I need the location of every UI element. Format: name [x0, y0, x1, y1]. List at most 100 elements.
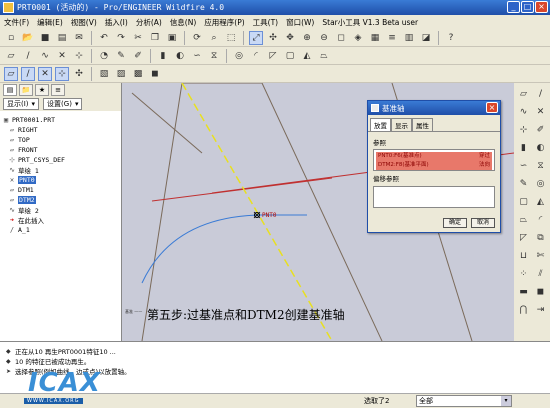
- blend-icon[interactable]: ⧖: [207, 49, 221, 63]
- rib-tool-icon[interactable]: ◭: [533, 194, 548, 209]
- csys-display-icon[interactable]: ⊹: [55, 66, 69, 81]
- reference-row[interactable]: PNT0:F6(基准点) 穿过: [376, 152, 492, 161]
- email-icon[interactable]: ✉: [72, 31, 86, 45]
- layer-tab-icon[interactable]: ≡: [51, 84, 65, 96]
- solidify-tool-icon[interactable]: ◼: [533, 284, 548, 299]
- extrude-icon[interactable]: ▮: [156, 49, 170, 63]
- open-icon[interactable]: 📂: [21, 31, 35, 45]
- cancel-button[interactable]: 取消: [471, 218, 495, 228]
- offset-tool-icon[interactable]: ⫽: [533, 266, 548, 281]
- menu-edit[interactable]: 编辑(E): [37, 17, 63, 28]
- tree-item-dtm2[interactable]: ▱ DTM2: [2, 195, 119, 205]
- saved-views-icon[interactable]: ▦: [368, 31, 382, 45]
- menu-info[interactable]: 信息(N): [170, 17, 196, 28]
- axis-display-icon[interactable]: /: [21, 66, 35, 81]
- menu-tools[interactable]: 工具(T): [253, 17, 278, 28]
- intersect-tool-icon[interactable]: ⋂: [516, 302, 531, 317]
- shading-icon[interactable]: ◼: [148, 67, 162, 81]
- sketch-tool-icon[interactable]: ✐: [533, 122, 548, 137]
- thicken-tool-icon[interactable]: ▬: [516, 284, 531, 299]
- layers-icon[interactable]: ≡: [385, 31, 399, 45]
- zoom-in-icon[interactable]: ⊕: [300, 31, 314, 45]
- chamfer-icon[interactable]: ◸: [266, 49, 280, 63]
- boundary-blend-icon[interactable]: ⧖: [533, 158, 548, 173]
- paste-icon[interactable]: ▣: [165, 31, 179, 45]
- settings-dropdown[interactable]: 设置(G) ▾: [43, 98, 83, 110]
- analysis-icon[interactable]: ◔: [97, 49, 111, 63]
- folder-browser-tab-icon[interactable]: 📁: [19, 84, 33, 96]
- reference-row[interactable]: DTM2:F8(基准平面) 法向: [376, 161, 492, 170]
- style-tool-icon[interactable]: ✎: [516, 176, 531, 191]
- reference-type[interactable]: 穿过: [479, 152, 490, 161]
- maximize-button[interactable]: □: [521, 1, 534, 13]
- undo-icon[interactable]: ↶: [97, 31, 111, 45]
- tree-item-dtm1[interactable]: ▱ DTM1: [2, 185, 119, 195]
- curve-tool-icon[interactable]: ∿: [516, 104, 531, 119]
- select-icon[interactable]: ⬚: [224, 31, 238, 45]
- sketch-icon[interactable]: ✐: [131, 49, 145, 63]
- spin-center-icon[interactable]: ✣: [266, 31, 280, 45]
- new-icon[interactable]: ▫: [4, 31, 18, 45]
- orient-icon[interactable]: ✥: [283, 31, 297, 45]
- extend-tool-icon[interactable]: ⇥: [533, 302, 548, 317]
- tab-properties[interactable]: 属性: [412, 118, 433, 131]
- pattern-tool-icon[interactable]: ⁘: [516, 266, 531, 281]
- favorites-tab-icon[interactable]: ★: [35, 84, 49, 96]
- spin-center-display-icon[interactable]: ✣: [72, 67, 86, 81]
- merge-tool-icon[interactable]: ⊔: [516, 248, 531, 263]
- tree-item-sketch-1[interactable]: ∿ 草绘 1: [2, 165, 119, 175]
- save-icon[interactable]: ■: [38, 31, 52, 45]
- revolve-tool-icon[interactable]: ◐: [533, 140, 548, 155]
- print-icon[interactable]: ▤: [55, 31, 69, 45]
- selection-filter-dropdown[interactable]: 全部 ▾: [416, 395, 512, 407]
- reference-type[interactable]: 法向: [479, 161, 490, 170]
- tree-item-right[interactable]: ▱ RIGHT: [2, 125, 119, 135]
- datum-plane-icon[interactable]: ▱: [4, 49, 18, 63]
- refit-icon[interactable]: ◻: [334, 31, 348, 45]
- view-manager-icon[interactable]: ▥: [402, 31, 416, 45]
- point-tool-icon[interactable]: ✕: [533, 104, 548, 119]
- tree-item-csys[interactable]: ⊹ PRT_CSYS_DEF: [2, 155, 119, 165]
- ok-button[interactable]: 确定: [443, 218, 467, 228]
- close-button[interactable]: ×: [535, 1, 548, 13]
- tab-placement[interactable]: 放置: [370, 118, 391, 131]
- axis-tool-icon[interactable]: /: [533, 86, 548, 101]
- shell-icon[interactable]: ▢: [283, 49, 297, 63]
- chamfer-tool-icon[interactable]: ◸: [516, 230, 531, 245]
- mirror-tool-icon[interactable]: ⧉: [533, 230, 548, 245]
- show-dropdown[interactable]: 显示(I) ▾: [3, 98, 40, 110]
- model-tree-tab-icon[interactable]: ▤: [3, 84, 17, 96]
- datum-point-icon[interactable]: ✕: [55, 49, 69, 63]
- wireframe-icon[interactable]: ▧: [97, 67, 111, 81]
- repaint-icon[interactable]: ⤢: [249, 30, 263, 45]
- reorient-icon[interactable]: ◈: [351, 31, 365, 45]
- csys-icon[interactable]: ⊹: [72, 49, 86, 63]
- plane-tool-icon[interactable]: ▱: [516, 86, 531, 101]
- draft-icon[interactable]: ⏢: [317, 49, 331, 63]
- help-icon[interactable]: ?: [444, 31, 458, 45]
- cut-icon[interactable]: ✂: [131, 31, 145, 45]
- minimize-button[interactable]: _: [507, 1, 520, 13]
- shell-tool-icon[interactable]: ▢: [516, 194, 531, 209]
- references-list[interactable]: PNT0:F6(基准点) 穿过 DTM2:F8(基准平面) 法向: [373, 149, 495, 171]
- menu-view[interactable]: 视图(V): [71, 17, 97, 28]
- tree-item-front[interactable]: ▱ FRONT: [2, 145, 119, 155]
- zoom-out-icon[interactable]: ⊖: [317, 31, 331, 45]
- tab-display[interactable]: 显示: [391, 118, 412, 131]
- sweep-icon[interactable]: ∽: [190, 49, 204, 63]
- round-tool-icon[interactable]: ◜: [533, 212, 548, 227]
- tree-item-pnt0[interactable]: ✕ PNT0: [2, 175, 119, 185]
- menu-window[interactable]: 窗口(W): [286, 17, 314, 28]
- variable-section-sweep-icon[interactable]: ∽: [516, 158, 531, 173]
- display-style-icon[interactable]: ◪: [419, 31, 433, 45]
- menu-file[interactable]: 文件(F): [4, 17, 29, 28]
- tree-item-top[interactable]: ▱ TOP: [2, 135, 119, 145]
- copy-icon[interactable]: ❐: [148, 31, 162, 45]
- menu-applications[interactable]: 应用程序(P): [204, 17, 244, 28]
- trim-tool-icon[interactable]: ✄: [533, 248, 548, 263]
- csys-tool-icon[interactable]: ⊹: [516, 122, 531, 137]
- hole-tool-icon[interactable]: ◎: [533, 176, 548, 191]
- menu-insert[interactable]: 插入(I): [105, 17, 128, 28]
- datum-curve-icon[interactable]: ∿: [38, 49, 52, 63]
- dialog-close-button[interactable]: ×: [486, 102, 498, 113]
